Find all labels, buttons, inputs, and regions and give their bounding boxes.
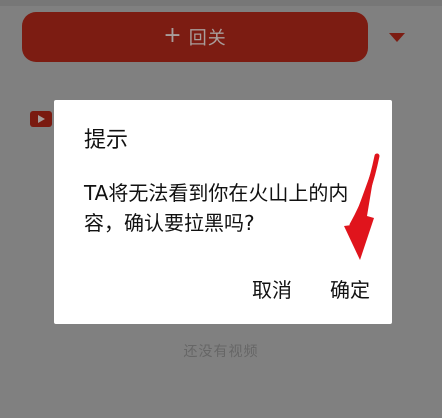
video-icon (30, 111, 52, 127)
follow-back-button[interactable]: + 回关 (22, 12, 368, 62)
block-confirm-dialog: 提示 TA将无法看到你在火山上的内容，确认要拉黑吗? 取消 确定 (54, 100, 392, 324)
follow-back-label: 回关 (188, 28, 227, 49)
chevron-down-icon[interactable] (389, 33, 405, 42)
confirm-button[interactable]: 确定 (330, 280, 370, 300)
dialog-message: TA将无法看到你在火山上的内容，确认要拉黑吗? (84, 181, 349, 235)
dialog-title: 提示 (84, 128, 129, 153)
empty-state-text: 还没有视频 (183, 344, 259, 360)
cancel-button[interactable]: 取消 (252, 280, 292, 300)
dialog-actions: 取消 确定 (252, 280, 370, 300)
plus-icon: + (163, 23, 183, 48)
top-edge (0, 0, 442, 6)
